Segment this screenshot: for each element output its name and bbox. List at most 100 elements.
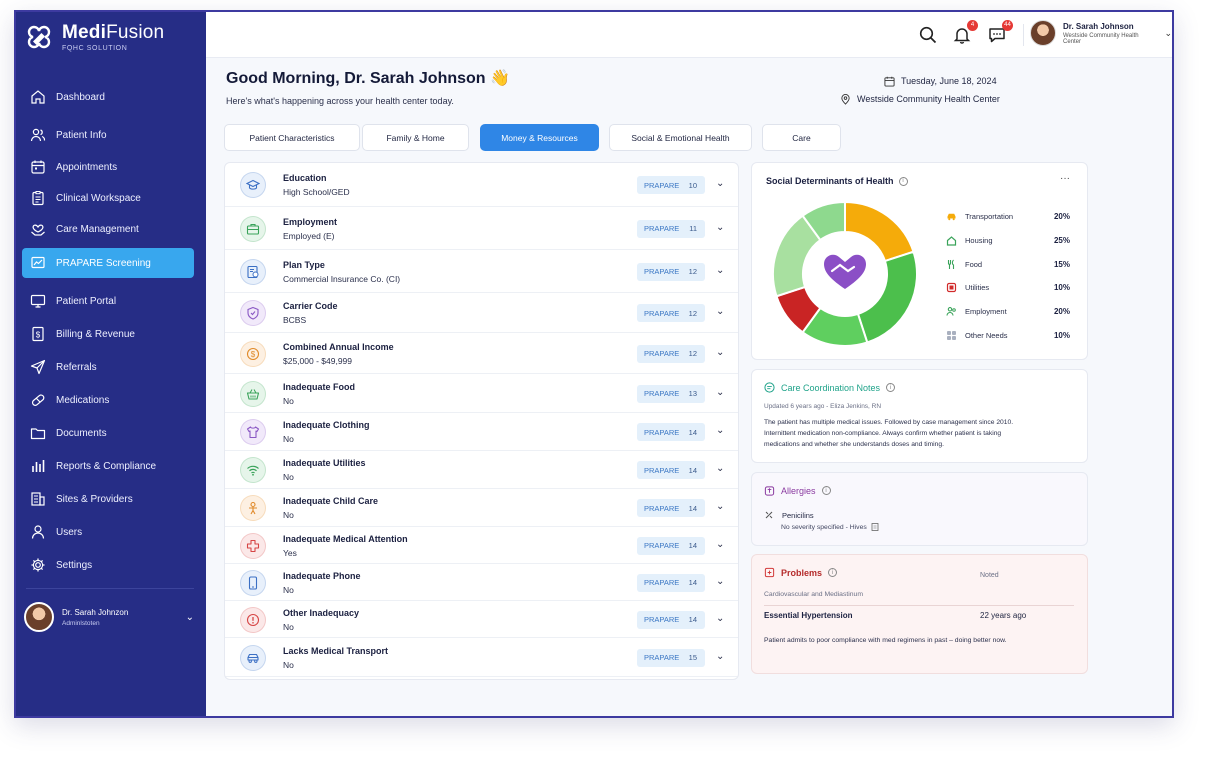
sidebar-item-care-management[interactable]: Care Management [22, 214, 194, 244]
location-row: Westside Community Health Center [840, 90, 1000, 108]
list-item[interactable]: Plan Type Commercial Insurance Co. (CI) PR… [225, 250, 738, 293]
notifications-button[interactable]: 4 [952, 20, 978, 45]
chevron-down-icon[interactable]: ⌄ [716, 306, 724, 317]
prapare-tag[interactable]: PRAPARE 14 [637, 610, 705, 629]
document-icon[interactable] [871, 523, 879, 531]
list-item[interactable]: Employment Employed (E) PRAPARE 11 ⌄ [225, 207, 738, 250]
list-item[interactable]: Inadequate Phone No PRAPARE 14 ⌄ [225, 564, 738, 601]
list-item[interactable]: $ Combined Annual Income $25,000 - $49,999… [225, 333, 738, 374]
sidebar-item-appointments[interactable]: Appointments [22, 152, 194, 182]
legend-item-employment[interactable]: Employment 20% [946, 304, 1076, 318]
prapare-tag[interactable]: PRAPARE 14 [637, 536, 705, 555]
legend-percent: 25% [1053, 235, 1070, 245]
pill-icon [31, 394, 45, 406]
noted-column-label: Noted [980, 572, 999, 579]
sidebar-item-patient-info[interactable]: Patient Info [22, 120, 194, 150]
sidebar-item-clinical-workspace[interactable]: Clinical Workspace [22, 183, 194, 213]
prapare-tag[interactable]: PRAPARE 12 [637, 304, 705, 322]
sidebar-item-referrals[interactable]: Referrals [22, 352, 194, 382]
chevron-down-icon[interactable]: ⌄ [716, 387, 724, 398]
sidebar-user-menu[interactable]: Dr. Sarah Johnzon Adminlstoten ⌄ [24, 600, 194, 634]
sidebar-item-label: Appointments [56, 161, 118, 173]
prapare-tag-label: PRAPARE [644, 541, 680, 550]
chevron-down-icon[interactable]: ⌄ [716, 501, 724, 512]
prapare-question-number: 15 [688, 653, 697, 662]
list-item[interactable]: Carrier Code BCBS PRAPARE 12 ⌄ [225, 293, 738, 333]
messages-button[interactable]: 44 [987, 20, 1013, 45]
chevron-down-icon[interactable]: ⌄ [716, 613, 724, 624]
sidebar-item-users[interactable]: Users [22, 517, 194, 547]
list-item[interactable]: Lacks Medical Transport No PRAPARE 15 ⌄ [225, 638, 738, 677]
wifi-icon [240, 457, 266, 483]
list-item[interactable]: Inadequate Medical Attention Yes PRAPARE 14… [225, 527, 738, 564]
prapare-tag[interactable]: PRAPARE 11 [637, 219, 705, 238]
notifications-badge: 4 [967, 20, 978, 31]
list-item[interactable]: Inadequate Utilities No PRAPARE 14 ⌄ [225, 451, 738, 489]
tab-social-emotional-health[interactable]: Social & Emotional Health [609, 124, 752, 151]
legend-item-other-needs[interactable]: Other Needs 10% [946, 328, 1076, 342]
sidebar-item-settings[interactable]: Settings [22, 550, 194, 580]
legend-item-food[interactable]: Food 15% [946, 257, 1076, 271]
row-title: Inadequate Food [283, 381, 355, 392]
info-icon[interactable]: i [898, 176, 908, 186]
sidebar-item-reports-compliance[interactable]: Reports & Compliance [22, 451, 194, 481]
prapare-tag[interactable]: PRAPARE 14 [637, 573, 705, 592]
search-icon[interactable] [918, 25, 938, 45]
building-icon [31, 492, 45, 506]
chevron-down-icon[interactable]: ⌄ [716, 347, 724, 358]
chevron-down-icon[interactable]: ⌄ [716, 651, 724, 662]
info-icon[interactable]: i [821, 486, 831, 495]
legend-label: Housing [965, 235, 993, 245]
more-options-icon[interactable]: ··· [1060, 173, 1070, 184]
chevron-down-icon: ⌄ [1164, 27, 1172, 38]
sidebar-item-medications[interactable]: Medications [22, 385, 194, 415]
graduation-cap-icon [240, 172, 266, 198]
tab-care[interactable]: Care [762, 124, 841, 151]
chevron-down-icon[interactable]: ⌄ [716, 539, 724, 550]
chevron-down-icon[interactable]: ⌄ [716, 222, 724, 233]
info-icon[interactable]: i [828, 568, 838, 577]
prapare-tag[interactable]: PRAPARE 10 [637, 176, 705, 194]
info-icon[interactable]: i [886, 383, 896, 392]
prapare-tag[interactable]: PRAPARE 13 [637, 384, 705, 403]
sidebar-item-prapare-screening[interactable]: PRAPARE Screening [22, 248, 194, 278]
list-item[interactable]: Inadequate Clothing No PRAPARE 14 ⌄ [225, 413, 738, 451]
problem-diagnosis[interactable]: Essential Hypertension [764, 611, 852, 620]
problem-noted-ago: 22 years ago [980, 611, 1027, 620]
prapare-tag[interactable]: PRAPARE 12 [637, 262, 705, 281]
chevron-down-icon[interactable]: ⌄ [716, 425, 724, 436]
send-icon [30, 359, 46, 375]
sidebar-item-dashboard[interactable]: Dashboard [22, 82, 194, 112]
legend-item-utilities[interactable]: Utilities 10% [946, 280, 1076, 294]
chevron-down-icon[interactable]: ⌄ [716, 463, 724, 474]
brand[interactable]: MediFusion FQHC SOLUTION [24, 22, 164, 52]
prapare-question-number: 11 [689, 224, 697, 233]
chevron-down-icon[interactable]: ⌄ [716, 576, 724, 587]
sidebar-item-billing-revenue[interactable]: $ Billing & Revenue [22, 319, 194, 349]
tab-patient-characteristics[interactable]: Patient Characteristics [224, 124, 360, 151]
list-item[interactable]: Education High School/GED PRAPARE 10 ⌄ [225, 163, 738, 207]
sidebar-item-sites-providers[interactable]: Sites & Providers [22, 484, 194, 514]
list-item[interactable]: Inadequate Food No PRAPARE 13 ⌄ [225, 374, 738, 413]
prapare-tag[interactable]: PRAPARE 15 [637, 648, 705, 667]
calendar-icon [884, 76, 895, 87]
prapare-tag[interactable]: PRAPARE 14 [637, 423, 705, 441]
sidebar-item-label: Dashboard [56, 91, 105, 103]
tab-money-resources[interactable]: Money & Resources [480, 124, 599, 151]
divider [764, 605, 1074, 606]
list-item[interactable]: Other Inadequacy No PRAPARE 14 ⌄ [225, 601, 738, 638]
prapare-tag[interactable]: PRAPARE 14 [637, 461, 705, 479]
chevron-down-icon[interactable]: ⌄ [716, 265, 724, 276]
chevron-down-icon[interactable]: ⌄ [716, 178, 724, 189]
legend-item-transportation[interactable]: Transportation 20% [946, 209, 1076, 223]
allergy-item[interactable]: Penicilins [764, 510, 814, 520]
allergy-detail: No severity specified - Hives [781, 523, 879, 531]
prapare-tag[interactable]: PRAPARE 12 [637, 344, 705, 363]
list-item[interactable]: Inadequate Child Care No PRAPARE 14 ⌄ [225, 489, 738, 527]
tab-family-home[interactable]: Family & Home [362, 124, 469, 151]
header-user-menu[interactable]: Dr. Sarah Johnson Westside Community Hea… [1030, 20, 1172, 46]
sidebar-item-documents[interactable]: Documents [22, 418, 194, 448]
sidebar-item-patient-portal[interactable]: Patient Portal [22, 286, 194, 316]
prapare-tag[interactable]: PRAPARE 14 [637, 499, 705, 517]
legend-item-housing[interactable]: Housing 25% [946, 233, 1076, 247]
